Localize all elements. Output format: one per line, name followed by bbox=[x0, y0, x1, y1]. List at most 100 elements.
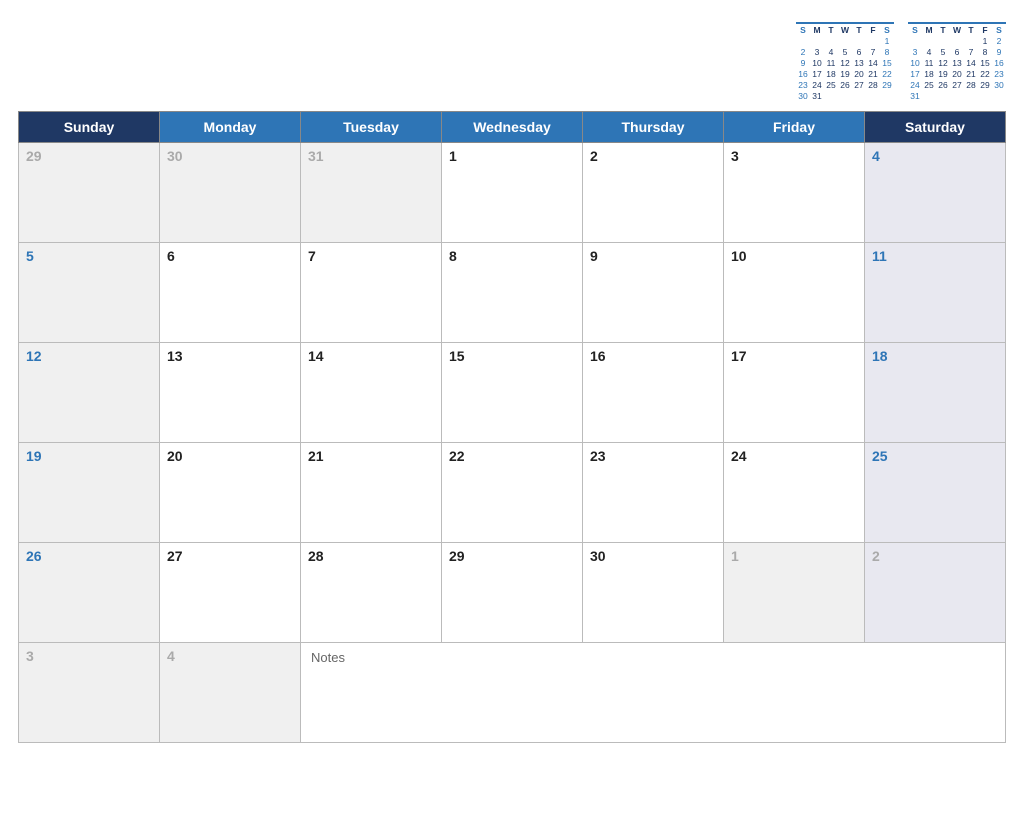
day-number: 15 bbox=[449, 348, 465, 364]
mini-cal-day: 24 bbox=[810, 79, 824, 90]
calendar-cell: 27 bbox=[160, 543, 301, 643]
mini-cal-day bbox=[824, 90, 838, 101]
calendar-cell: 29 bbox=[19, 143, 160, 243]
mini-cal-day bbox=[936, 90, 950, 101]
calendar-cell: 15 bbox=[442, 343, 583, 443]
mini-cal-day: 26 bbox=[838, 79, 852, 90]
calendar-cell: 4 bbox=[160, 643, 301, 743]
day-number: 8 bbox=[449, 248, 457, 264]
mini-cal-day: 13 bbox=[950, 57, 964, 68]
day-number: 22 bbox=[449, 448, 465, 464]
mini-cal-day: 2 bbox=[992, 35, 1006, 46]
mini-cal-day bbox=[810, 35, 824, 46]
mini-cal-day: 2 bbox=[796, 46, 810, 57]
day-number: 1 bbox=[731, 548, 739, 564]
calendar-cell: 2 bbox=[583, 143, 724, 243]
mini-cal-day: 31 bbox=[810, 90, 824, 101]
day-number: 31 bbox=[308, 148, 324, 164]
mini-cal-day: 24 bbox=[908, 79, 922, 90]
calendar-cell: 30 bbox=[583, 543, 724, 643]
day-number: 26 bbox=[26, 548, 42, 564]
mini-cal-day: 3 bbox=[810, 46, 824, 57]
calendar-cell: 1 bbox=[442, 143, 583, 243]
mini-cal-day: 22 bbox=[880, 68, 894, 79]
mini-cal-day: 11 bbox=[922, 57, 936, 68]
calendar-cell: 11 bbox=[865, 243, 1006, 343]
mini-cal-day bbox=[922, 90, 936, 101]
mini-cal-day bbox=[922, 35, 936, 46]
mini-cal-day: 4 bbox=[922, 46, 936, 57]
calendar-cell: 5 bbox=[19, 243, 160, 343]
calendar-row: 26 27 28 29 30 1 2 bbox=[19, 543, 1006, 643]
day-number: 4 bbox=[872, 148, 880, 164]
calendar-cell: 3 bbox=[19, 643, 160, 743]
day-number: 25 bbox=[872, 448, 888, 464]
day-number: 30 bbox=[167, 148, 183, 164]
mini-cal-day: 6 bbox=[950, 46, 964, 57]
mini-cal-may-title bbox=[908, 22, 1006, 24]
mini-cal-day: 12 bbox=[936, 57, 950, 68]
day-number: 3 bbox=[26, 648, 34, 664]
mini-cal-day: 13 bbox=[852, 57, 866, 68]
day-number: 11 bbox=[872, 248, 887, 264]
calendar-cell: 17 bbox=[724, 343, 865, 443]
mini-cal-day: 18 bbox=[922, 68, 936, 79]
mini-cal-day: 20 bbox=[852, 68, 866, 79]
mini-cal-day: 9 bbox=[992, 46, 1006, 57]
calendar-cell: 22 bbox=[442, 443, 583, 543]
calendar-cell: 25 bbox=[865, 443, 1006, 543]
mini-cal-day: 14 bbox=[866, 57, 880, 68]
mini-cal-day bbox=[852, 90, 866, 101]
mini-cal-day: 16 bbox=[992, 57, 1006, 68]
weekday-header-sunday: Sunday bbox=[19, 112, 160, 143]
calendar-cell: 28 bbox=[301, 543, 442, 643]
mini-cal-day: 19 bbox=[838, 68, 852, 79]
calendar-cell: 24 bbox=[724, 443, 865, 543]
day-number: 4 bbox=[167, 648, 175, 664]
mini-cal-day: 17 bbox=[810, 68, 824, 79]
mini-cal-day bbox=[838, 35, 852, 46]
calendar-cell: 16 bbox=[583, 343, 724, 443]
mini-cal-day bbox=[950, 90, 964, 101]
mini-cal-day: 28 bbox=[964, 79, 978, 90]
mini-cal-day bbox=[978, 90, 992, 101]
weekday-header-monday: Monday bbox=[160, 112, 301, 143]
day-number: 13 bbox=[167, 348, 183, 364]
calendar-cell: 1 bbox=[724, 543, 865, 643]
mini-cal-day: 7 bbox=[866, 46, 880, 57]
day-number: 2 bbox=[872, 548, 880, 564]
mini-cal-day: 8 bbox=[880, 46, 894, 57]
notes-label: Notes bbox=[311, 650, 345, 665]
mini-cal-day: 3 bbox=[908, 46, 922, 57]
day-number: 21 bbox=[308, 448, 324, 464]
day-number: 29 bbox=[449, 548, 465, 564]
mini-cal-day: 1 bbox=[880, 35, 894, 46]
mini-cal-day: 22 bbox=[978, 68, 992, 79]
calendar-cell: 23 bbox=[583, 443, 724, 543]
mini-cal-day bbox=[880, 90, 894, 101]
mini-cal-day: 27 bbox=[950, 79, 964, 90]
day-number: 23 bbox=[590, 448, 606, 464]
mini-cal-day: 30 bbox=[992, 79, 1006, 90]
mini-cal-day: 21 bbox=[866, 68, 880, 79]
mini-cal-day: 6 bbox=[852, 46, 866, 57]
mini-cal-march: SMTWTFS 12345678910111213141516171819202… bbox=[796, 22, 894, 101]
day-number: 27 bbox=[167, 548, 183, 564]
weekday-header-wednesday: Wednesday bbox=[442, 112, 583, 143]
mini-cal-day bbox=[908, 35, 922, 46]
day-number: 19 bbox=[26, 448, 42, 464]
mini-cal-day: 31 bbox=[908, 90, 922, 101]
mini-cal-day: 18 bbox=[824, 68, 838, 79]
mini-cal-day: 14 bbox=[964, 57, 978, 68]
mini-cal-day: 10 bbox=[810, 57, 824, 68]
main-calendar: SundayMondayTuesdayWednesdayThursdayFrid… bbox=[18, 111, 1006, 743]
calendar-cell: 6 bbox=[160, 243, 301, 343]
mini-cal-day: 27 bbox=[852, 79, 866, 90]
mini-cal-day: 1 bbox=[978, 35, 992, 46]
mini-cal-march-title bbox=[796, 22, 894, 24]
mini-cal-day bbox=[950, 35, 964, 46]
day-number: 5 bbox=[26, 248, 34, 264]
mini-cal-day: 25 bbox=[922, 79, 936, 90]
mini-cal-day: 26 bbox=[936, 79, 950, 90]
calendar-cell: 13 bbox=[160, 343, 301, 443]
